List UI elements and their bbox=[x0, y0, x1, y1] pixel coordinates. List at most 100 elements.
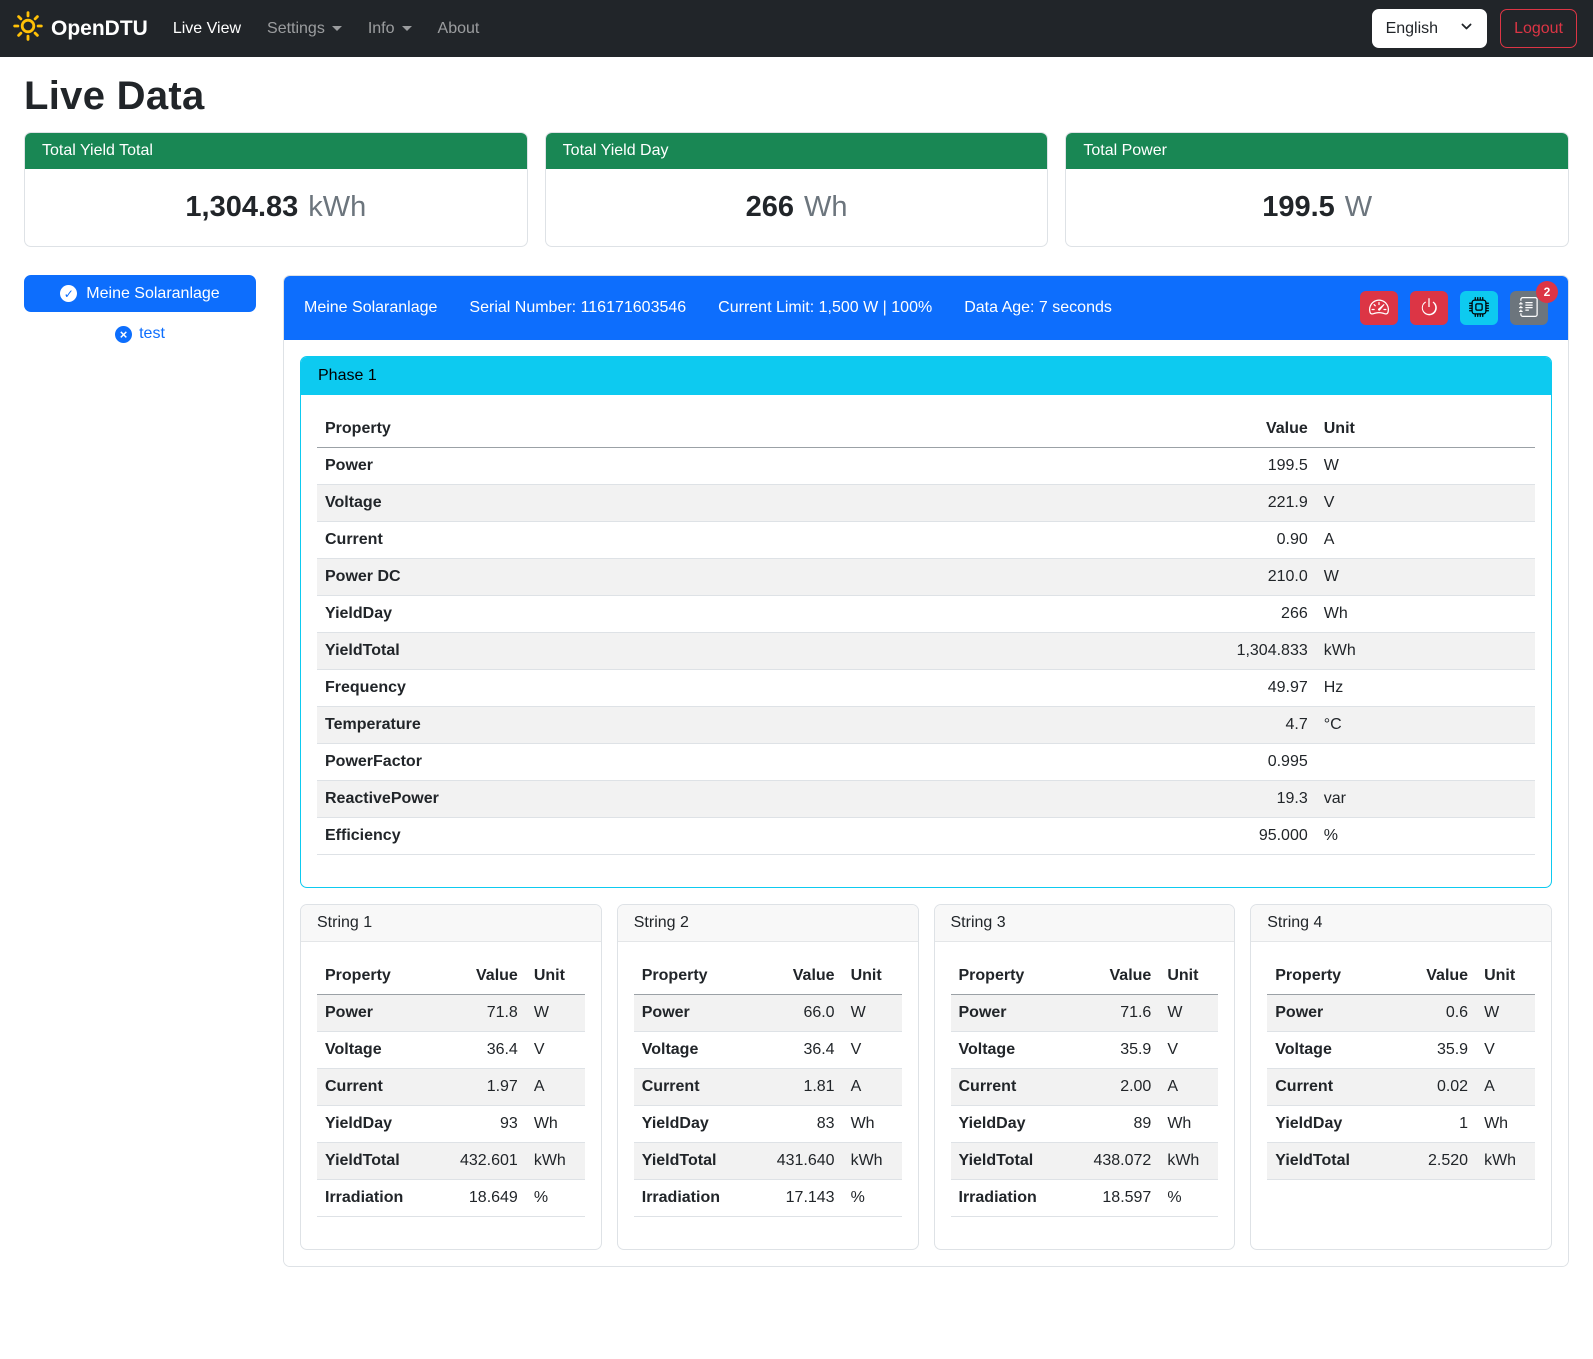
strings-row: String 1 Property Value Unit bbox=[300, 904, 1552, 1250]
nav-item-info-dropdown[interactable]: Info bbox=[355, 12, 425, 46]
unit-cell: V bbox=[843, 1032, 902, 1069]
column-header-value: Value bbox=[429, 958, 525, 995]
unit-cell: W bbox=[1316, 559, 1535, 596]
table-row: Power 199.5 W bbox=[317, 448, 1535, 485]
value-cell: 0.6 bbox=[1380, 995, 1476, 1032]
cpu-icon bbox=[1469, 297, 1489, 320]
unit-cell: % bbox=[843, 1180, 902, 1217]
sidebar-item-meine-solaranlage[interactable]: ✓ Meine Solaranlage bbox=[24, 275, 256, 312]
unit-cell: kWh bbox=[843, 1143, 902, 1180]
table-row: Voltage 221.9 V bbox=[317, 485, 1535, 522]
inverter-limit: Current Limit: 1,500 W | 100% bbox=[718, 299, 932, 317]
unit-cell: A bbox=[1476, 1069, 1535, 1106]
unit-cell: V bbox=[1316, 485, 1535, 522]
table-row: Temperature 4.7 °C bbox=[317, 707, 1535, 744]
property-cell: Current bbox=[317, 522, 1097, 559]
nav-item-live-view[interactable]: Live View bbox=[160, 12, 254, 46]
value-cell: 0.02 bbox=[1380, 1069, 1476, 1106]
table-row: YieldDay 89 Wh bbox=[951, 1106, 1219, 1143]
total-yield-total-value: 1,304.83 bbox=[185, 191, 298, 224]
value-cell: 438.072 bbox=[1063, 1143, 1159, 1180]
nav-item-about[interactable]: About bbox=[425, 12, 493, 46]
table-row: Irradiation 18.597 % bbox=[951, 1180, 1219, 1217]
property-cell: Voltage bbox=[1267, 1032, 1379, 1069]
string-title: String 1 bbox=[301, 905, 601, 942]
limit-settings-button[interactable] bbox=[1360, 291, 1398, 325]
column-header-value: Value bbox=[1063, 958, 1159, 995]
property-cell: Voltage bbox=[317, 485, 1097, 522]
property-cell: Irradiation bbox=[951, 1180, 1063, 1217]
unit-cell: kWh bbox=[526, 1143, 585, 1180]
value-cell: 66.0 bbox=[746, 995, 842, 1032]
value-cell: 1 bbox=[1380, 1106, 1476, 1143]
total-power-card: Total Power 199.5 W bbox=[1065, 132, 1569, 247]
unit-cell: var bbox=[1316, 781, 1535, 818]
property-cell: Irradiation bbox=[634, 1180, 746, 1217]
value-cell: 0.995 bbox=[1097, 744, 1316, 781]
unit-cell: Hz bbox=[1316, 670, 1535, 707]
table-row: YieldDay 1 Wh bbox=[1267, 1106, 1535, 1143]
value-cell: 36.4 bbox=[429, 1032, 525, 1069]
property-cell: YieldTotal bbox=[317, 1143, 429, 1180]
journal-text-icon bbox=[1519, 297, 1539, 320]
unit-cell: A bbox=[1316, 522, 1535, 559]
unit-cell: kWh bbox=[1159, 1143, 1218, 1180]
card-title: Total Yield Day bbox=[546, 133, 1048, 169]
property-cell: YieldTotal bbox=[1267, 1143, 1379, 1180]
unit-cell: Wh bbox=[1316, 596, 1535, 633]
table-row: YieldTotal 2.520 kWh bbox=[1267, 1143, 1535, 1180]
event-log-button[interactable]: 2 bbox=[1510, 291, 1548, 325]
string-title: String 2 bbox=[618, 905, 918, 942]
table-row: Power 66.0 W bbox=[634, 995, 902, 1032]
string-title: String 3 bbox=[935, 905, 1235, 942]
property-cell: Current bbox=[634, 1069, 746, 1106]
card-title: Total Yield Total bbox=[25, 133, 527, 169]
power-icon bbox=[1419, 297, 1439, 320]
unit-cell: kWh bbox=[1316, 633, 1535, 670]
unit-cell: % bbox=[526, 1180, 585, 1217]
string-2-table: Property Value Unit Power bbox=[634, 958, 902, 1217]
table-row: Voltage 36.4 V bbox=[634, 1032, 902, 1069]
page-title: Live Data bbox=[24, 74, 1569, 119]
column-header-property: Property bbox=[1267, 958, 1379, 995]
table-row: Irradiation 17.143 % bbox=[634, 1180, 902, 1217]
sun-icon bbox=[13, 11, 43, 47]
property-cell: Power bbox=[317, 448, 1097, 485]
table-row: Power 71.6 W bbox=[951, 995, 1219, 1032]
property-cell: YieldDay bbox=[1267, 1106, 1379, 1143]
card-title: Total Power bbox=[1066, 133, 1568, 169]
inverter-name: Meine Solaranlage bbox=[304, 299, 437, 317]
sidebar-item-test[interactable]: × test bbox=[24, 325, 256, 343]
language-select[interactable]: English bbox=[1372, 9, 1487, 48]
table-row: YieldDay 83 Wh bbox=[634, 1106, 902, 1143]
logout-button[interactable]: Logout bbox=[1500, 9, 1577, 48]
speedometer-icon bbox=[1369, 297, 1389, 320]
chevron-down-icon bbox=[1460, 20, 1473, 38]
value-cell: 17.143 bbox=[746, 1180, 842, 1217]
value-cell: 210.0 bbox=[1097, 559, 1316, 596]
property-cell: YieldTotal bbox=[634, 1143, 746, 1180]
table-row: Voltage 36.4 V bbox=[317, 1032, 585, 1069]
property-cell: Voltage bbox=[951, 1032, 1063, 1069]
total-yield-day-value: 266 bbox=[746, 191, 794, 224]
property-cell: Irradiation bbox=[317, 1180, 429, 1217]
property-cell: YieldDay bbox=[317, 596, 1097, 633]
unit-cell: V bbox=[1476, 1032, 1535, 1069]
device-info-button[interactable] bbox=[1460, 291, 1498, 325]
brand[interactable]: OpenDTU bbox=[13, 11, 148, 47]
property-cell: Power DC bbox=[317, 559, 1097, 596]
value-cell: 35.9 bbox=[1063, 1032, 1159, 1069]
value-cell: 221.9 bbox=[1097, 485, 1316, 522]
nav-item-settings-dropdown[interactable]: Settings bbox=[254, 12, 355, 46]
check-circle-icon: ✓ bbox=[60, 285, 77, 302]
column-header-property: Property bbox=[634, 958, 746, 995]
table-row: Voltage 35.9 V bbox=[1267, 1032, 1535, 1069]
value-cell: 1.97 bbox=[429, 1069, 525, 1106]
unit-cell: W bbox=[1476, 995, 1535, 1032]
property-cell: PowerFactor bbox=[317, 744, 1097, 781]
unit-cell bbox=[1316, 744, 1535, 781]
phase-1-panel: Phase 1 Property Value Unit bbox=[300, 356, 1552, 888]
power-button[interactable] bbox=[1410, 291, 1448, 325]
table-row: PowerFactor 0.995 bbox=[317, 744, 1535, 781]
property-cell: Voltage bbox=[317, 1032, 429, 1069]
